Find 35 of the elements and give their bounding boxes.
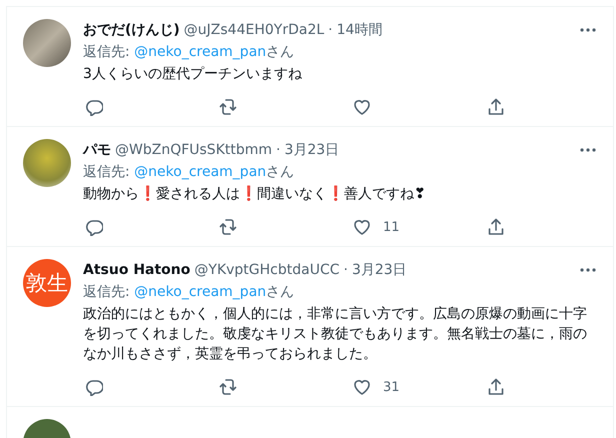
user-handle[interactable]: @uJZs44EH0YrDa2L: [184, 22, 324, 38]
reply-icon[interactable]: [85, 378, 103, 396]
share-icon[interactable]: [487, 378, 505, 396]
tweet-text: 政治的にはともかく，個人的には，非常に言い方です。広島の原爆の動画に十字を切ってくれました。敬虔なキリスト教徒でもあります。無名戦士の墓に，雨のなか川もささず，英霊を弔っておられました。: [83, 305, 588, 364]
separator: ·: [276, 142, 280, 158]
retweet-icon[interactable]: [219, 218, 237, 236]
timestamp[interactable]: 3月23日: [352, 261, 407, 279]
separator: ·: [344, 262, 348, 278]
tweet-text: 3人くらいの歴代プーチンいますね: [83, 65, 303, 84]
reply-to-text: 返信先: @neko_cream_panさん: [83, 163, 296, 182]
like-count: 11: [383, 220, 400, 234]
tweet-text: 動物から❗愛される人は❗間違いなく❗善人ですね❣: [83, 184, 427, 204]
avatar-photo-placeholder[interactable]: [23, 139, 71, 187]
share-icon[interactable]: [487, 218, 505, 236]
timestamp[interactable]: 14時間: [336, 21, 382, 39]
reply-to-text: 返信先: @neko_cream_panさん: [83, 283, 296, 302]
like-count: 31: [383, 380, 400, 394]
user-handle[interactable]: @WbZnQFUsSKttbmm: [115, 142, 272, 158]
user-name[interactable]: Atsuo Hatono: [83, 262, 190, 278]
avatar[interactable]: 敦生: [23, 259, 71, 307]
timestamp[interactable]: 3月23日: [284, 141, 340, 159]
share-icon[interactable]: [487, 98, 505, 116]
reply-to-text: 返信先: @neko_cream_panさん: [83, 43, 296, 62]
separator: ·: [328, 22, 333, 38]
like-icon[interactable]: [353, 378, 371, 396]
reply-icon[interactable]: [85, 98, 103, 116]
user-name[interactable]: パモ: [83, 141, 111, 159]
retweet-icon[interactable]: [219, 378, 237, 396]
like-icon[interactable]: [353, 98, 371, 116]
like-icon[interactable]: [353, 218, 371, 236]
avatar-photo-placeholder[interactable]: [23, 19, 71, 67]
user-handle[interactable]: @YKvptGHcbtdaUCC: [194, 262, 340, 278]
user-name[interactable]: おでだ(けんじ): [83, 21, 180, 39]
reply-icon[interactable]: [85, 218, 103, 236]
retweet-icon[interactable]: [219, 98, 237, 116]
